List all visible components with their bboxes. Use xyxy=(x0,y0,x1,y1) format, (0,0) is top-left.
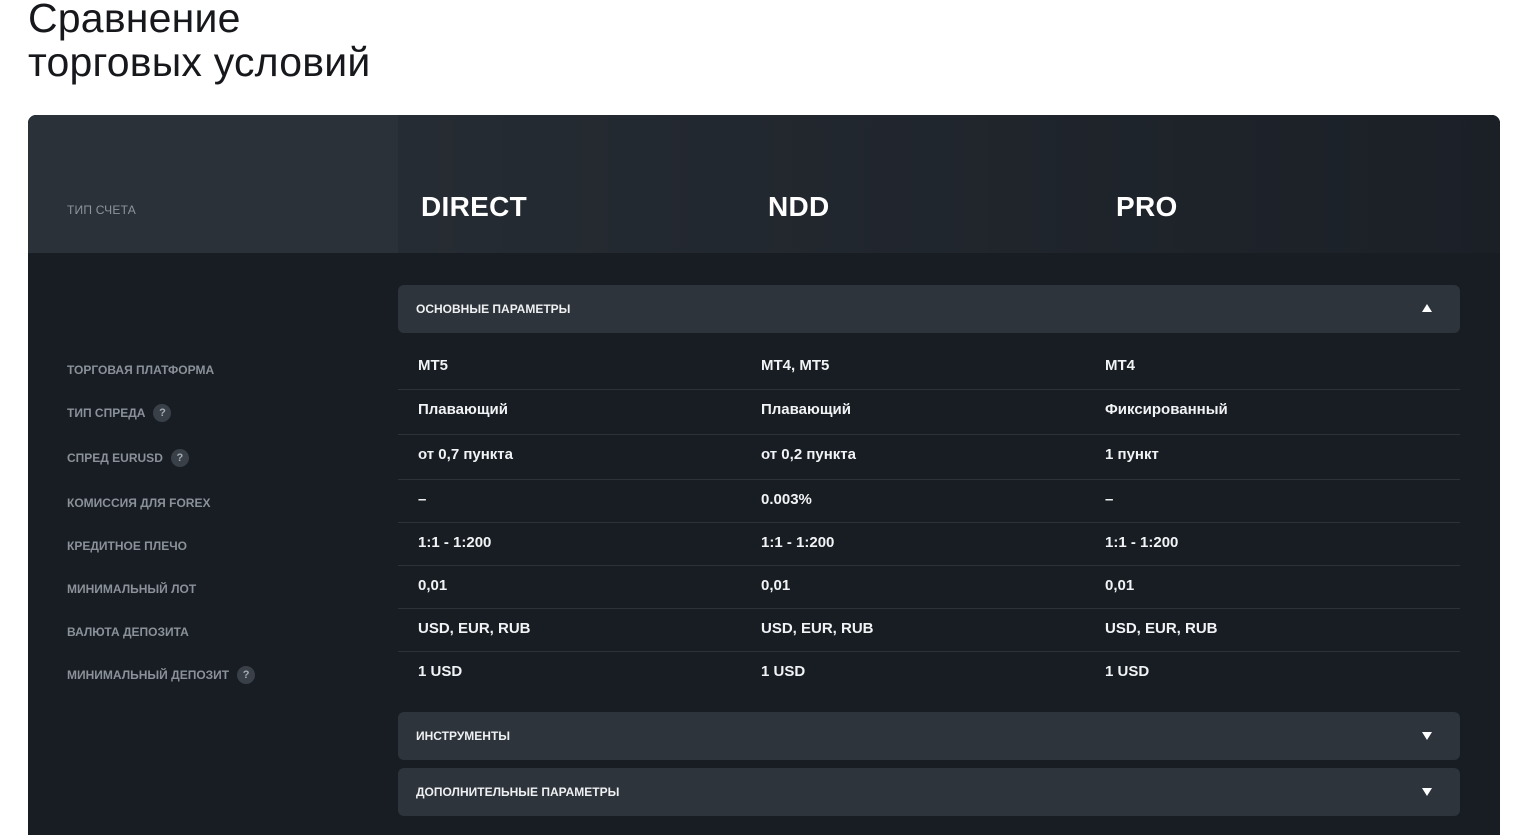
page-title-line-2: торговых условий xyxy=(28,39,371,85)
row-label-deposit-currency: ВАЛЮТА ДЕПОЗИТА xyxy=(67,625,189,639)
row-label-spread-type: ТИП СПРЕДА ? xyxy=(67,404,172,422)
help-icon[interactable]: ? xyxy=(237,666,256,684)
section-extra-parameters[interactable]: ДОПОЛНИТЕЛЬНЫЕ ПАРАМЕТРЫ xyxy=(398,768,1460,816)
row-divider xyxy=(398,608,1460,609)
cell-ndd: 0.003% xyxy=(761,491,812,508)
section-instruments[interactable]: ИНСТРУМЕНТЫ xyxy=(398,712,1460,760)
row-label-eurusd-spread: СПРЕД EURUSD ? xyxy=(67,449,189,467)
row-label-platform: ТОРГОВАЯ ПЛАТФОРМА xyxy=(67,363,214,377)
cell-direct: Плавающий xyxy=(418,401,508,418)
cell-pro: 1:1 - 1:200 xyxy=(1105,534,1179,551)
cell-ndd: MT4, MT5 xyxy=(761,357,830,374)
row-label-text: ТИП СПРЕДА xyxy=(67,406,146,420)
cell-direct: 1 USD xyxy=(418,663,463,680)
cell-pro: – xyxy=(1105,491,1114,508)
row-label-forex-commission: КОМИССИЯ ДЛЯ FOREX xyxy=(67,496,210,510)
account-type-label: ТИП СЧЕТА xyxy=(67,203,136,217)
cell-pro: MT4 xyxy=(1105,357,1135,374)
cell-direct: 0,01 xyxy=(418,577,448,594)
row-divider xyxy=(398,565,1460,566)
caret-down-icon xyxy=(1422,788,1432,796)
cell-direct: – xyxy=(418,491,427,508)
cell-pro: 1 пункт xyxy=(1105,446,1159,463)
section-main-parameters[interactable]: ОСНОВНЫЕ ПАРАМЕТРЫ xyxy=(398,285,1460,333)
section-extra-label: ДОПОЛНИТЕЛЬНЫЕ ПАРАМЕТРЫ xyxy=(416,785,620,799)
page-title: Сравнение торговых условий xyxy=(28,0,370,84)
row-label-text: ТОРГОВАЯ ПЛАТФОРМА xyxy=(67,363,215,377)
row-label-text: СПРЕД EURUSD xyxy=(67,451,163,465)
row-label-min-deposit: МИНИМАЛЬНЫЙ ДЕПОЗИТ ? xyxy=(67,666,256,684)
row-label-text: МИНИМАЛЬНЫЙ ДЕПОЗИТ xyxy=(67,668,230,682)
row-label-text: КОМИССИЯ ДЛЯ FOREX xyxy=(67,496,211,510)
row-divider xyxy=(398,522,1460,523)
row-divider xyxy=(398,651,1460,652)
row-label-text: МИНИМАЛЬНЫЙ ЛОТ xyxy=(67,582,197,596)
cell-pro: USD, EUR, RUB xyxy=(1105,620,1218,637)
cell-ndd: от 0,2 пункта xyxy=(761,446,856,463)
row-label-text: ВАЛЮТА ДЕПОЗИТА xyxy=(67,625,189,639)
table-header: ТИП СЧЕТА DIRECT NDD PRO xyxy=(28,115,1500,253)
cell-pro: 1 USD xyxy=(1105,663,1150,680)
row-label-leverage: КРЕДИТНОЕ ПЛЕЧО xyxy=(67,539,187,553)
row-divider xyxy=(398,434,1460,435)
cell-ndd: USD, EUR, RUB xyxy=(761,620,874,637)
cell-direct: USD, EUR, RUB xyxy=(418,620,531,637)
page-title-line-1: Сравнение xyxy=(28,0,241,41)
cell-ndd: 1 USD xyxy=(761,663,806,680)
header-label-cell: ТИП СЧЕТА xyxy=(28,115,398,253)
section-instruments-label: ИНСТРУМЕНТЫ xyxy=(416,729,511,743)
account-ndd: NDD xyxy=(768,191,830,222)
row-divider xyxy=(398,389,1460,390)
row-divider xyxy=(398,479,1460,480)
help-icon[interactable]: ? xyxy=(153,404,172,422)
cell-ndd: 1:1 - 1:200 xyxy=(761,534,835,551)
row-label-text: КРЕДИТНОЕ ПЛЕЧО xyxy=(67,539,187,553)
cell-pro: Фиксированный xyxy=(1105,401,1228,418)
section-main-label: ОСНОВНЫЕ ПАРАМЕТРЫ xyxy=(416,302,571,316)
account-direct: DIRECT xyxy=(421,191,528,222)
cell-direct: от 0,7 пункта xyxy=(418,446,513,463)
row-label-min-lot: МИНИМАЛЬНЫЙ ЛОТ xyxy=(67,582,196,596)
cell-direct: MT5 xyxy=(418,357,448,374)
cell-direct: 1:1 - 1:200 xyxy=(418,534,492,551)
caret-down-icon xyxy=(1422,732,1432,740)
account-pro: PRO xyxy=(1116,191,1178,222)
help-icon[interactable]: ? xyxy=(170,449,189,467)
comparison-table: ТИП СЧЕТА DIRECT NDD PRO ОСНОВНЫЕ ПАРАМЕ… xyxy=(28,115,1500,835)
cell-ndd: 0,01 xyxy=(761,577,791,594)
cell-pro: 0,01 xyxy=(1105,577,1135,594)
cell-ndd: Плавающий xyxy=(761,401,851,418)
caret-up-icon xyxy=(1422,304,1432,312)
